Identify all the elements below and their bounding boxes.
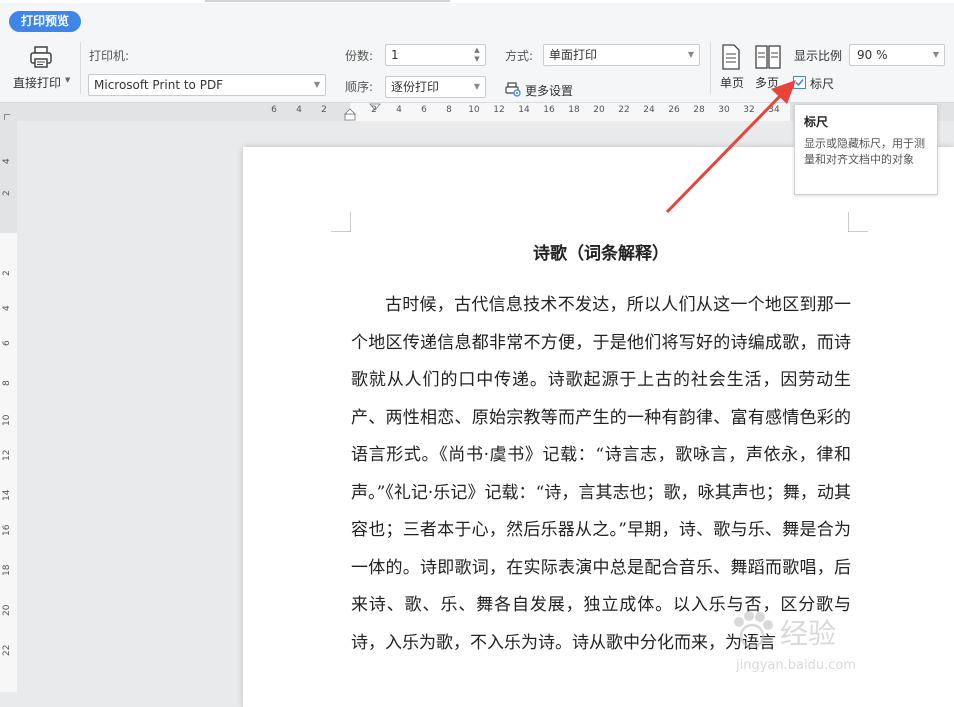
crop-mark-icon	[848, 212, 868, 232]
ruler-number: 24	[643, 105, 655, 115]
chevron-down-icon: ▼	[687, 50, 694, 59]
order-select[interactable]: 逐份打印 ▼	[385, 76, 486, 98]
direct-print-label: 直接打印	[13, 76, 62, 90]
checkmark-icon	[795, 78, 804, 87]
ruler-corner-icon	[4, 114, 10, 120]
ruler-number: 22	[618, 105, 630, 115]
ruler-number: 8	[2, 380, 12, 386]
indent-marker-icon[interactable]	[344, 103, 356, 121]
printer-select[interactable]: Microsoft Print to PDF ▼	[88, 74, 326, 96]
divider	[710, 42, 711, 94]
ruler-number: 6	[421, 105, 427, 115]
watermark-text: 经验	[780, 617, 837, 650]
ruler-number: 10	[2, 414, 12, 426]
ruler-number: 20	[593, 105, 605, 115]
tab-print-preview[interactable]: 打印预览	[9, 11, 81, 32]
vertical-ruler[interactable]: 4 2 2 4 6 8 10 12 14 16 18 20 22	[0, 121, 17, 692]
stepper-arrows-icon[interactable]: ▲ ▼	[472, 46, 482, 64]
printer-select-value: Microsoft Print to PDF	[94, 78, 224, 92]
ruler-checkbox[interactable]	[793, 76, 806, 89]
chevron-down-icon: ▼	[932, 50, 939, 59]
zoom-label: 显示比例	[794, 49, 843, 63]
chevron-down-icon: ▼	[473, 82, 480, 91]
ruler-number: 2	[321, 105, 327, 115]
printer-settings-icon	[505, 82, 521, 97]
ruler-number: 12	[2, 449, 12, 461]
tab-indicator	[205, 0, 450, 2]
printer-icon	[30, 46, 52, 68]
mode-select-value: 单面打印	[549, 48, 598, 62]
ruler-number: 10	[468, 105, 480, 115]
baidu-paw-icon	[734, 611, 773, 649]
ruler-number: 14	[2, 489, 12, 501]
multi-page-label: 多页	[754, 76, 779, 90]
mode-select[interactable]: 单面打印 ▼	[543, 44, 700, 66]
ruler-number: 18	[2, 564, 12, 576]
ruler-number: 4	[2, 305, 12, 311]
ruler-number: 20	[2, 604, 12, 616]
watermark: 经验 jingyan.baidu.com	[728, 608, 918, 688]
single-page-button[interactable]: 单页	[717, 44, 747, 92]
order-label: 顺序:	[345, 80, 374, 94]
ruler-number: 34	[768, 105, 780, 115]
single-page-icon	[722, 44, 740, 70]
ruler-number: 18	[568, 105, 580, 115]
chevron-down-icon: ▼	[313, 80, 320, 89]
copies-label: 份数:	[345, 49, 374, 63]
ruler-number: 12	[493, 105, 505, 115]
multi-page-icon	[755, 45, 781, 69]
single-page-label: 单页	[719, 76, 744, 90]
ruler-number: 4	[396, 105, 402, 115]
ruler-number: 26	[668, 105, 680, 115]
ruler-number: 2	[2, 270, 12, 276]
ruler-checkbox-label[interactable]: 标尺	[810, 75, 834, 92]
document-body: 古时候，古代信息技术不发达，所以人们从这一个地区到那一个地区传递信息都非常不方便…	[351, 295, 851, 653]
more-settings-label: 更多设置	[525, 84, 574, 98]
zoom-select[interactable]: 90 % ▼	[849, 44, 945, 66]
divider	[80, 42, 81, 94]
order-select-value: 逐份打印	[391, 80, 440, 94]
ruler-number: 30	[718, 105, 730, 115]
ruler-number: 4	[2, 158, 12, 164]
ruler-number: 32	[743, 105, 755, 115]
ruler-number: 2	[2, 190, 12, 196]
ruler-number: 16	[2, 524, 12, 536]
chevron-down-icon[interactable]: ▼	[65, 76, 70, 84]
ruler-number: 6	[271, 105, 277, 115]
multi-page-button[interactable]: 多页	[752, 44, 782, 92]
ruler-number: 28	[693, 105, 705, 115]
print-preview-toolbar: 打印预览 直接打印 ▼ 打印机: Microsoft Print to PDF …	[0, 3, 954, 103]
printer-label: 打印机:	[89, 49, 130, 63]
copies-value: 1	[391, 48, 399, 62]
ruler-number: 16	[543, 105, 555, 115]
tooltip-title: 标尺	[804, 115, 829, 129]
ruler-number: 6	[2, 340, 12, 346]
mode-label: 方式:	[505, 49, 534, 63]
ruler-tooltip: 标尺 显示或隐藏标尺，用于测量和对齐文档中的对象	[794, 104, 938, 195]
watermark-url: jingyan.baidu.com	[736, 658, 856, 673]
ruler-number: 4	[296, 105, 302, 115]
ruler-number: 8	[446, 105, 452, 115]
tooltip-description: 显示或隐藏标尺，用于测量和对齐文档中的对象	[804, 137, 925, 166]
crop-mark-icon	[331, 212, 351, 232]
zoom-select-value: 90 %	[857, 48, 888, 62]
ruler-number: 2	[371, 105, 377, 115]
ruler-number: 22	[2, 644, 12, 656]
ruler-number: 14	[518, 105, 530, 115]
document-title: 诗歌（词条解释）	[533, 244, 669, 264]
ruler-text-area	[0, 233, 17, 692]
copies-stepper[interactable]: 1 ▲ ▼	[385, 44, 486, 66]
